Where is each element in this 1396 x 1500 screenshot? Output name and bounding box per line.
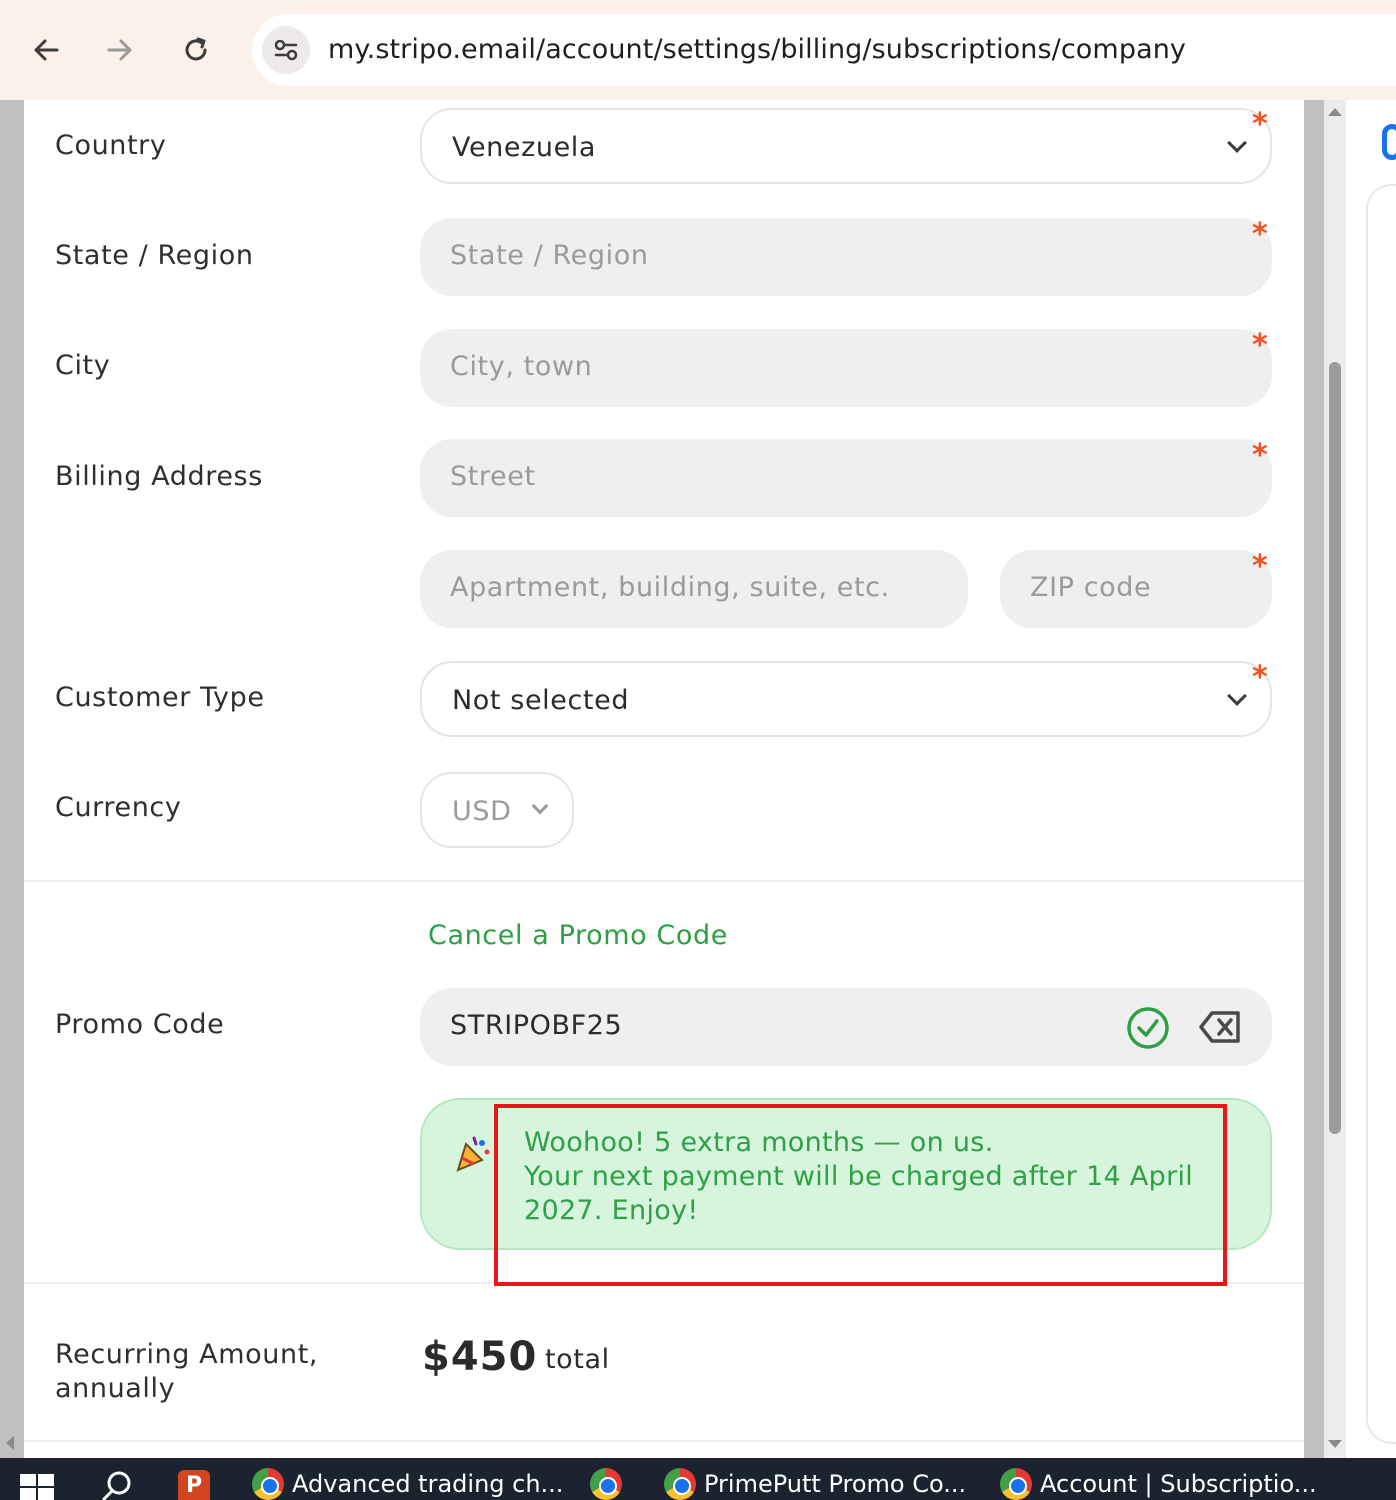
taskbar-item-account-subscription[interactable]: Account | Subscriptio...	[1000, 1468, 1317, 1500]
scroll-down-arrow[interactable]	[1328, 1440, 1342, 1448]
required-asterisk: *	[1252, 328, 1268, 363]
side-panel-icon[interactable]	[1382, 124, 1396, 160]
scroll-up-arrow[interactable]	[1328, 108, 1342, 116]
country-label: Country	[55, 130, 167, 161]
chrome-icon	[1000, 1468, 1032, 1500]
taskbar-item-label: PrimePutt Promo Co...	[704, 1470, 967, 1498]
city-placeholder: City, town	[450, 351, 593, 382]
chrome-icon	[664, 1468, 696, 1500]
highlight-annotation-box	[494, 1104, 1227, 1286]
forward-button[interactable]	[96, 26, 144, 74]
currency-select[interactable]: USD	[420, 772, 574, 848]
search-icon[interactable]	[100, 1470, 134, 1500]
apartment-placeholder: Apartment, building, suite, etc.	[450, 572, 890, 603]
scrollbar-thumb[interactable]	[1329, 362, 1341, 1134]
street-input[interactable]: Street	[420, 439, 1272, 517]
recurring-amount-value: $450	[422, 1334, 538, 1380]
apartment-input[interactable]: Apartment, building, suite, etc.	[420, 550, 968, 628]
state-label: State / Region	[55, 240, 254, 271]
recurring-amount-label: Recurring Amount, annually	[55, 1338, 318, 1406]
taskbar-item-chrome[interactable]	[590, 1468, 622, 1500]
taskbar-item-label: Advanced trading ch...	[292, 1470, 564, 1498]
chrome-icon	[590, 1468, 622, 1500]
party-popper-icon	[456, 1136, 490, 1172]
browser-toolbar: my.stripo.email/account/settings/billing…	[0, 0, 1396, 100]
os-taskbar: P Advanced trading ch... PrimePutt Promo…	[0, 1458, 1396, 1500]
taskbar-item-advanced-trading[interactable]: Advanced trading ch...	[252, 1468, 563, 1500]
recurring-label-line2: annually	[55, 1373, 176, 1404]
cancel-promo-link[interactable]: Cancel a Promo Code	[428, 920, 728, 951]
required-asterisk: *	[1252, 549, 1268, 584]
required-asterisk: *	[1252, 438, 1268, 473]
app-p-icon[interactable]: P	[178, 1470, 210, 1500]
recurring-amount-unit: total	[545, 1344, 610, 1375]
side-panel-card	[1366, 184, 1396, 1444]
back-arrow-icon	[34, 39, 59, 61]
chrome-icon	[252, 1468, 284, 1500]
required-asterisk: *	[1252, 660, 1268, 695]
chevron-down-icon	[1227, 686, 1247, 706]
city-label: City	[55, 350, 111, 381]
currency-label: Currency	[55, 792, 182, 823]
taskbar-item-primeputt[interactable]: PrimePutt Promo Co...	[664, 1468, 966, 1500]
site-info-button[interactable]	[262, 26, 310, 74]
section-divider	[24, 880, 1304, 882]
zip-placeholder: ZIP code	[1030, 572, 1152, 603]
reload-icon	[185, 37, 207, 61]
required-asterisk: *	[1252, 217, 1268, 252]
recurring-label-line1: Recurring Amount,	[55, 1339, 319, 1370]
chevron-down-icon	[1227, 133, 1247, 153]
customer-type-label: Customer Type	[55, 682, 265, 713]
country-value: Venezuela	[452, 132, 597, 163]
promo-code-input[interactable]: STRIPOBF25	[420, 988, 1272, 1066]
currency-value: USD	[452, 796, 512, 827]
chevron-down-icon	[531, 797, 549, 815]
zip-input[interactable]: ZIP code	[1000, 550, 1272, 628]
country-select[interactable]: Venezuela	[420, 108, 1272, 184]
city-input[interactable]: City, town	[420, 329, 1272, 407]
promo-code-value: STRIPOBF25	[450, 1010, 623, 1041]
customer-type-select[interactable]: Not selected	[420, 661, 1272, 737]
address-bar[interactable]: my.stripo.email/account/settings/billing…	[252, 14, 1396, 86]
street-placeholder: Street	[450, 461, 536, 492]
windows-start-icon[interactable]	[20, 1474, 56, 1500]
state-input[interactable]: State / Region	[420, 218, 1272, 296]
reload-button[interactable]	[172, 26, 220, 74]
tune-icon	[274, 39, 298, 61]
check-circle-icon	[1127, 1007, 1169, 1049]
customer-type-value: Not selected	[452, 685, 630, 716]
required-asterisk: *	[1252, 107, 1268, 142]
url-text: my.stripo.email/account/settings/billing…	[328, 34, 1187, 65]
scroll-left-arrow[interactable]	[6, 1436, 14, 1450]
billing-address-label: Billing Address	[55, 461, 263, 492]
state-placeholder: State / Region	[450, 240, 649, 271]
promo-code-label: Promo Code	[55, 1009, 225, 1040]
section-divider	[24, 1440, 1304, 1442]
back-button[interactable]	[22, 26, 70, 74]
page-viewport: Country Venezuela * State / Region State…	[0, 100, 1396, 1458]
taskbar-item-label: Account | Subscriptio...	[1040, 1470, 1317, 1498]
backspace-clear-icon[interactable]	[1198, 1010, 1242, 1044]
forward-arrow-icon	[107, 39, 132, 61]
